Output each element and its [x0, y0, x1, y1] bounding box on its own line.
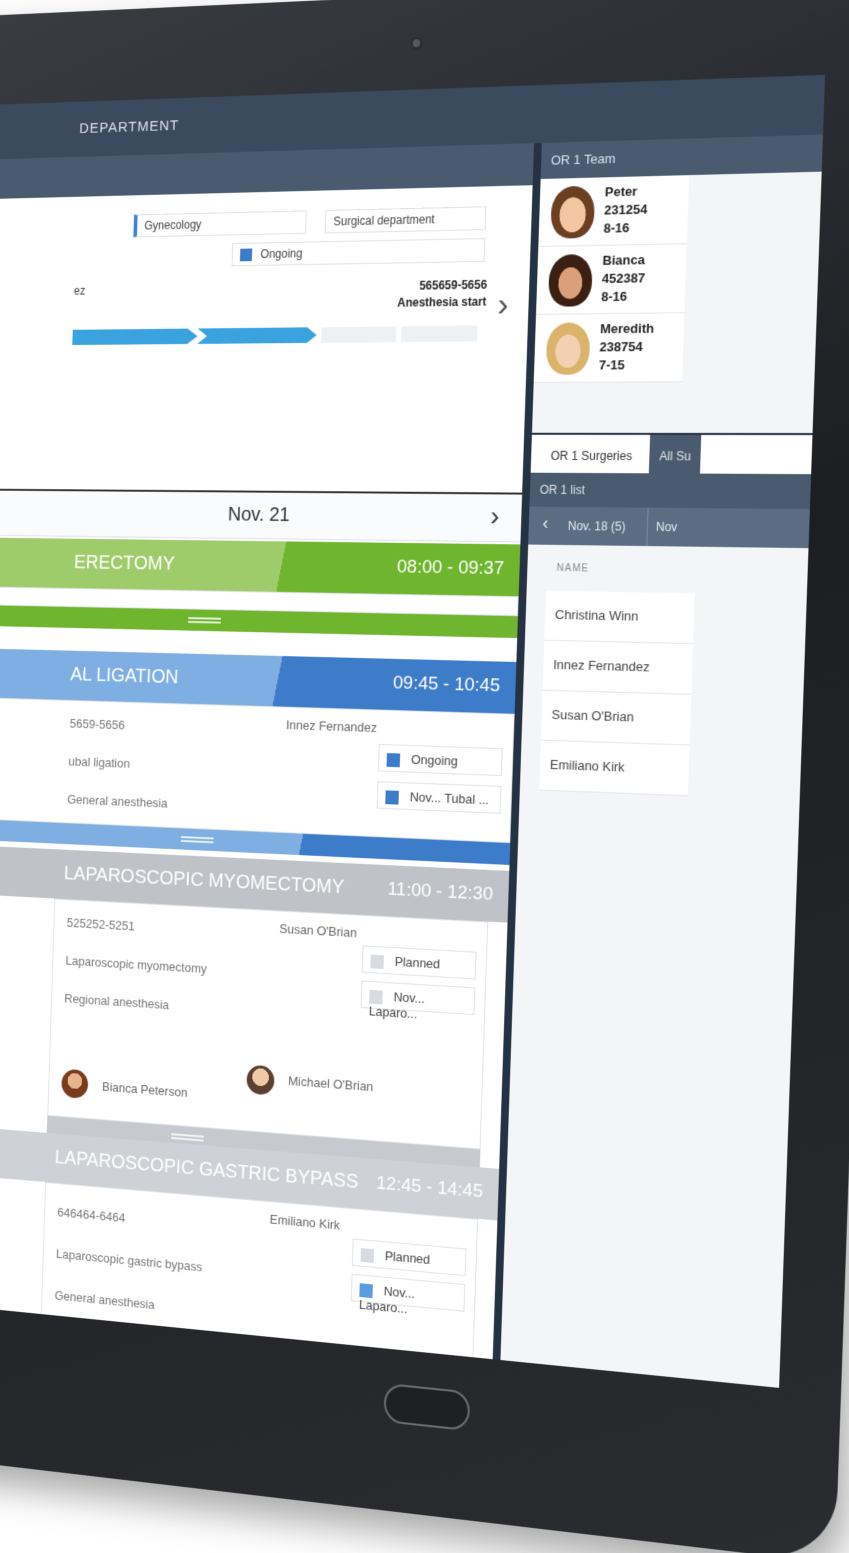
phase-progress [72, 325, 478, 345]
progress-step [400, 325, 478, 343]
procedure-name: Laparoscopic myomectomy [65, 953, 208, 976]
tablet-device: DEPARTMENT Gynecology Surgical departmen… [0, 0, 849, 1553]
patient-id-block: 565659-5656 Anesthesia start [397, 278, 487, 310]
surgery-card-body: 525252-5251 Susan O'Brian Laparoscopic m… [47, 898, 489, 1150]
team-member[interactable]: Peter 231254 8-16 [538, 175, 690, 247]
team-header: OR 1 Team [540, 134, 824, 179]
main-panel: Gynecology Surgical department Ongoing e… [0, 142, 542, 1387]
member-name: Peter [604, 183, 638, 200]
drag-handle[interactable] [188, 617, 221, 624]
status-tag[interactable]: Ongoing [231, 238, 486, 267]
patient-list-item[interactable]: Innez Fernandez [542, 640, 694, 695]
phase-label: Anesthesia start [397, 294, 487, 310]
procedure-name: ubal ligation [68, 754, 131, 771]
staff-avatar [246, 1064, 275, 1096]
staff-avatar [61, 1068, 89, 1100]
member-shift: 8-16 [601, 288, 628, 305]
anesthesia-type: Regional anesthesia [64, 991, 170, 1013]
note-field[interactable]: Nov... Tubal ... [376, 781, 502, 814]
department-tag[interactable]: Surgical department [324, 206, 487, 234]
note-square-icon [385, 789, 399, 805]
note-square-icon [359, 1282, 373, 1298]
status-field[interactable]: Ongoing [377, 743, 503, 777]
date-nav-item[interactable]: Nov. 18 (5) [559, 507, 634, 546]
team-member-photo [547, 253, 593, 307]
note-field[interactable]: Nov... Laparo... [360, 980, 476, 1021]
surgery-card-body: 646464-6464 Emiliano Kirk Laparoscopic g… [40, 1181, 479, 1387]
staff-name: Bianca Peterson [101, 1079, 188, 1100]
surgery-title: LAPAROSCOPIC MYOMECTOMY [63, 862, 345, 899]
team-member-photo [545, 322, 591, 375]
header-title: DEPARTMENT [79, 117, 180, 137]
patient-list-item[interactable]: Emiliano Kirk [539, 740, 690, 797]
patient-id: 646464-6464 [57, 1204, 126, 1226]
procedure-name: Laparoscopic gastric bypass [55, 1246, 203, 1275]
name-column-header: NAME [556, 562, 590, 575]
patient-list-item[interactable]: Christina Winn [544, 590, 695, 645]
specialty-tag[interactable]: Gynecology [133, 210, 307, 238]
right-panel: OR 1 Team Peter 231254 8-16 Bianca 45238… [500, 134, 824, 1388]
patient-id: 5659-5656 [69, 716, 125, 733]
patient-list-item[interactable]: Susan O'Brian [540, 690, 692, 746]
chevron-left-icon[interactable]: ‹ [534, 507, 557, 545]
schedule-date: Nov. 21 [227, 503, 291, 526]
member-name: Meredith [599, 320, 655, 337]
progress-step [321, 326, 397, 343]
surgery-title: ERECTOMY [73, 552, 175, 575]
surgery-card[interactable]: LAPAROSCOPIC GASTRIC BYPASS 12:45 - 14:4… [0, 1123, 500, 1388]
patient-name: Susan O'Brian [279, 921, 358, 941]
procedure-info: Gynecology Surgical department Ongoing e… [0, 185, 533, 435]
drag-handle[interactable] [180, 836, 214, 844]
progress-step-current [197, 327, 317, 344]
team-member[interactable]: Bianca 452387 8-16 [535, 244, 687, 315]
patient-id: 565659-5656 [419, 277, 488, 293]
patient-id: 525252-5251 [66, 915, 135, 934]
date-row: Nov. 21 › [0, 488, 523, 543]
member-shift: 7-15 [598, 357, 625, 373]
member-name: Bianca [602, 252, 646, 268]
surgery-time: 09:45 - 10:45 [392, 672, 501, 697]
member-id: 238754 [599, 338, 643, 355]
status-square-icon [386, 752, 401, 767]
anesthesia-type: General anesthesia [67, 791, 168, 811]
patient-name: Innez Fernandez [285, 717, 378, 736]
tab-or1-surgeries[interactable]: OR 1 Surgeries [540, 435, 643, 476]
list-header: OR 1 list [529, 472, 812, 510]
team-member-photo [550, 185, 596, 239]
date-nav-item[interactable]: Nov [646, 507, 687, 547]
team-member[interactable]: Meredith 238754 7-15 [533, 313, 685, 383]
member-shift: 8-16 [603, 220, 630, 236]
surgery-time: 12:45 - 14:45 [375, 1172, 484, 1203]
chevron-right-icon[interactable]: › [497, 285, 509, 324]
tab-all-surgeries[interactable]: All Su [648, 434, 702, 476]
member-id: 231254 [604, 201, 648, 218]
next-day-chevron-icon[interactable]: › [490, 500, 500, 532]
staff-name: Michael O'Brian [287, 1073, 374, 1095]
anesthesia-type: General anesthesia [54, 1287, 155, 1312]
status-field[interactable]: Planned [351, 1238, 467, 1277]
patient-name-fragment: ez [73, 284, 86, 298]
status-square-icon [360, 1247, 375, 1263]
surgery-card[interactable]: AL LIGATION 09:45 - 10:45 5659-5656 Inne… [0, 647, 517, 865]
surgery-title: AL LIGATION [70, 663, 179, 688]
patient-name: Emiliano Kirk [269, 1211, 341, 1233]
home-button[interactable] [383, 1382, 471, 1432]
progress-step-done [72, 328, 197, 345]
status-field[interactable]: Planned [361, 945, 477, 980]
screen: DEPARTMENT Gynecology Surgical departmen… [0, 74, 826, 1388]
surgery-time: 11:00 - 12:30 [387, 878, 494, 905]
note-square-icon [369, 989, 383, 1004]
note-field[interactable]: Nov... Laparo... [350, 1273, 466, 1316]
status-square-icon [239, 248, 253, 262]
surgeries-tabs: OR 1 Surgeries All Su [530, 432, 813, 476]
date-navigation: ‹ Nov. 18 (5) Nov [528, 506, 810, 549]
surgery-card[interactable]: LAPAROSCOPIC MYOMECTOMY 11:00 - 12:30 52… [0, 843, 510, 1173]
drag-handle[interactable] [171, 1133, 204, 1142]
member-id: 452387 [601, 270, 646, 287]
surgery-time: 08:00 - 09:37 [396, 556, 505, 580]
surgery-card-body: 5659-5656 Innez Fernandez ubal ligation … [0, 695, 515, 844]
surgery-card[interactable]: ERECTOMY 08:00 - 09:37 [0, 537, 521, 639]
camera-lens [410, 37, 423, 50]
status-square-icon [370, 954, 384, 969]
